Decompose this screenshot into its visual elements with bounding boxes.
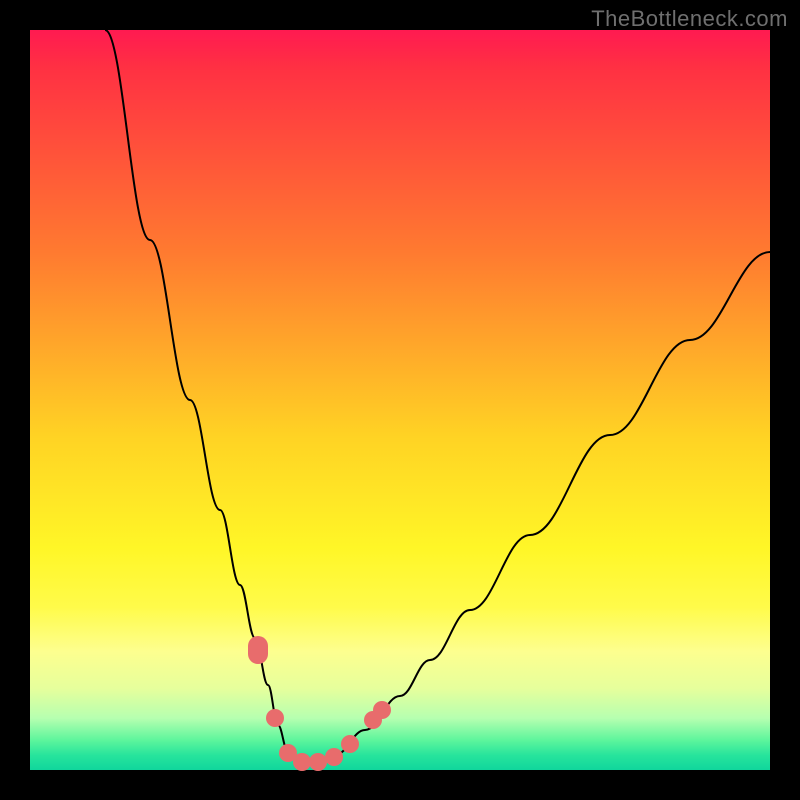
curve-marker	[325, 748, 343, 766]
watermark-label: TheBottleneck.com	[591, 6, 788, 32]
curve-marker	[266, 709, 284, 727]
curve-marker	[341, 735, 359, 753]
chart-plot-area	[30, 30, 770, 770]
curve-marker	[248, 636, 268, 664]
bottleneck-curve	[30, 30, 770, 770]
curve-marker	[373, 701, 391, 719]
